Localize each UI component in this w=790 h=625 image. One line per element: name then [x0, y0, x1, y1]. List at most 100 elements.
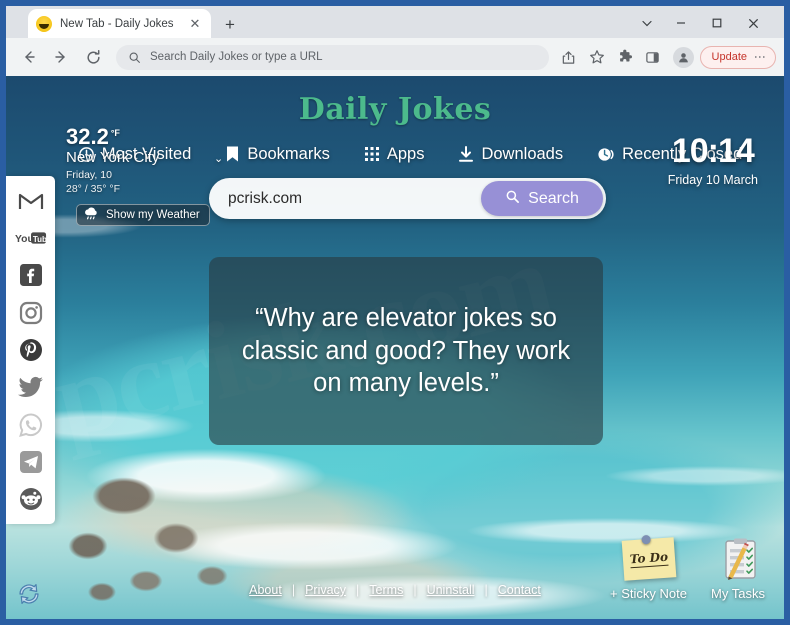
new-tab-button[interactable]: +: [218, 14, 242, 36]
recently-closed-glyph: [598, 147, 614, 161]
show-my-weather-label: Show my Weather: [106, 209, 200, 221]
instagram-icon: [19, 301, 42, 324]
joke-card: “Why are elevator jokes so classic and g…: [209, 257, 603, 445]
sticky-note-label: + Sticky Note: [610, 586, 687, 601]
clipboard-pencil-glyph: [725, 538, 756, 580]
clock-widget: 10:14 Friday 10 March: [668, 134, 758, 187]
update-button-label: Update: [711, 51, 747, 63]
sidebar-item-reddit[interactable]: [15, 483, 47, 515]
maximize-icon[interactable]: [702, 12, 732, 38]
sidebar-item-pinterest[interactable]: [15, 334, 47, 366]
address-bar-placeholder: Search Daily Jokes or type a URL: [150, 51, 323, 63]
weather-city: New York City: [66, 149, 160, 166]
search-glyph: [129, 52, 140, 63]
sidebar-item-youtube[interactable]: You Tube: [15, 222, 47, 254]
sidebar-item-gmail[interactable]: [15, 185, 47, 217]
weather-date: Friday, 10: [66, 169, 112, 182]
browser-toolbar: Search Daily Jokes or type a URL Update …: [0, 38, 790, 76]
social-sidebar: You Tube: [6, 176, 55, 524]
nav-item-apps[interactable]: Apps: [364, 144, 425, 164]
side-panel-icon[interactable]: [641, 45, 665, 69]
show-my-weather-button[interactable]: Show my Weather: [76, 204, 210, 226]
sidebar-item-instagram[interactable]: [15, 297, 47, 329]
star-glyph: [589, 50, 604, 64]
refresh-circle-icon[interactable]: [14, 579, 44, 609]
weather-widget[interactable]: 32.2 °F New York City Friday, 10 28° / 3…: [66, 126, 236, 226]
footer-link-privacy[interactable]: Privacy: [305, 583, 346, 597]
window-close-glyph: [748, 19, 758, 28]
reload-icon[interactable]: [80, 44, 106, 70]
sidebar-item-telegram[interactable]: [15, 446, 47, 478]
cloud-rain-glyph: [85, 207, 97, 220]
nav-item-downloads[interactable]: Downloads: [458, 145, 563, 164]
cloud-rain-icon: [83, 206, 100, 224]
whatsapp-icon: [18, 413, 42, 437]
update-button[interactable]: Update ⋮: [699, 45, 776, 69]
star-icon[interactable]: [585, 45, 609, 69]
footer-link-contact[interactable]: Contact: [498, 583, 541, 597]
close-icon[interactable]: ✕: [187, 17, 203, 30]
browser-tab[interactable]: New Tab - Daily Jokes ✕: [28, 9, 211, 38]
window-close-icon[interactable]: [738, 12, 768, 38]
footer-link-uninstall[interactable]: Uninstall: [427, 583, 475, 597]
reload-glyph: [86, 49, 100, 64]
chevron-down-glyph: [642, 20, 652, 27]
refresh-circle-glyph: [19, 584, 39, 604]
weather-temperature-unit: °F: [110, 128, 120, 138]
search-glyph: [506, 190, 520, 203]
my-tasks-label: My Tasks: [711, 586, 765, 601]
footer-separator: |: [356, 583, 360, 597]
side-panel-glyph: [646, 51, 659, 63]
puzzle-icon[interactable]: [613, 45, 637, 69]
svg-text:Tube: Tube: [32, 235, 46, 244]
sticky-note-button[interactable]: To Do + Sticky Note: [601, 537, 696, 601]
nav-item-label: Apps: [386, 144, 425, 163]
telegram-icon: [19, 450, 42, 473]
sidebar-item-twitter[interactable]: [15, 371, 47, 403]
sidebar-item-whatsapp[interactable]: [15, 409, 47, 441]
reddit-icon: [19, 488, 42, 511]
forward-arrow-icon[interactable]: [48, 44, 74, 70]
twitter-icon: [18, 376, 43, 397]
search-button[interactable]: Search: [481, 181, 603, 216]
search-icon: [505, 189, 520, 209]
footer-link-about[interactable]: About: [249, 583, 282, 597]
sidebar-item-facebook[interactable]: [15, 259, 47, 291]
sticky-note-icon-text: To Do: [628, 549, 669, 569]
nav-item-label: Bookmarks: [247, 144, 330, 163]
footer-link-terms[interactable]: Terms: [369, 583, 403, 597]
minimize-glyph: [677, 22, 685, 24]
back-arrow-glyph: [25, 51, 35, 63]
joke-text: “Why are elevator jokes so classic and g…: [241, 304, 571, 398]
share-icon[interactable]: [557, 45, 581, 69]
search-button-label: Search: [528, 189, 579, 207]
recently-closed-icon: [597, 146, 615, 163]
address-bar[interactable]: Search Daily Jokes or type a URL: [116, 44, 549, 70]
gmail-icon: [18, 193, 43, 209]
profile-avatar[interactable]: [672, 46, 694, 68]
minimize-icon[interactable]: [666, 12, 696, 38]
weather-temperature: 32.2: [66, 124, 109, 149]
browser-menu-icon[interactable]: ⋮: [753, 51, 767, 63]
back-arrow-icon[interactable]: [16, 44, 42, 70]
clock-time: 10:14: [671, 132, 755, 170]
page-title: Daily Jokes: [298, 92, 492, 127]
chevron-down-icon[interactable]: [632, 12, 662, 38]
search-icon: [128, 51, 141, 64]
search-input[interactable]: pcrisk.com: [212, 190, 481, 208]
apps-grid-icon: [364, 146, 380, 162]
laughing-emoji-icon: [36, 15, 52, 32]
nav-item-label: Downloads: [481, 144, 564, 163]
clock-date: Friday 10 March: [667, 173, 758, 187]
browser-window: New Tab - Daily Jokes ✕ + Search Daily J…: [0, 0, 790, 625]
nav-item-bookmarks[interactable]: Bookmarks: [225, 145, 330, 164]
download-icon: [458, 145, 474, 163]
clipboard-pencil-icon: [717, 537, 759, 581]
my-tasks-button[interactable]: My Tasks: [702, 537, 774, 601]
sticky-note-icon: To Do: [621, 537, 676, 581]
apps-grid-glyph: [364, 147, 379, 161]
weather-temperature-row: 32.2 °F: [66, 126, 236, 148]
chevron-down-icon[interactable]: ⌄: [214, 152, 223, 165]
footer-separator: |: [291, 583, 296, 597]
youtube-icon: You Tube: [15, 232, 47, 245]
